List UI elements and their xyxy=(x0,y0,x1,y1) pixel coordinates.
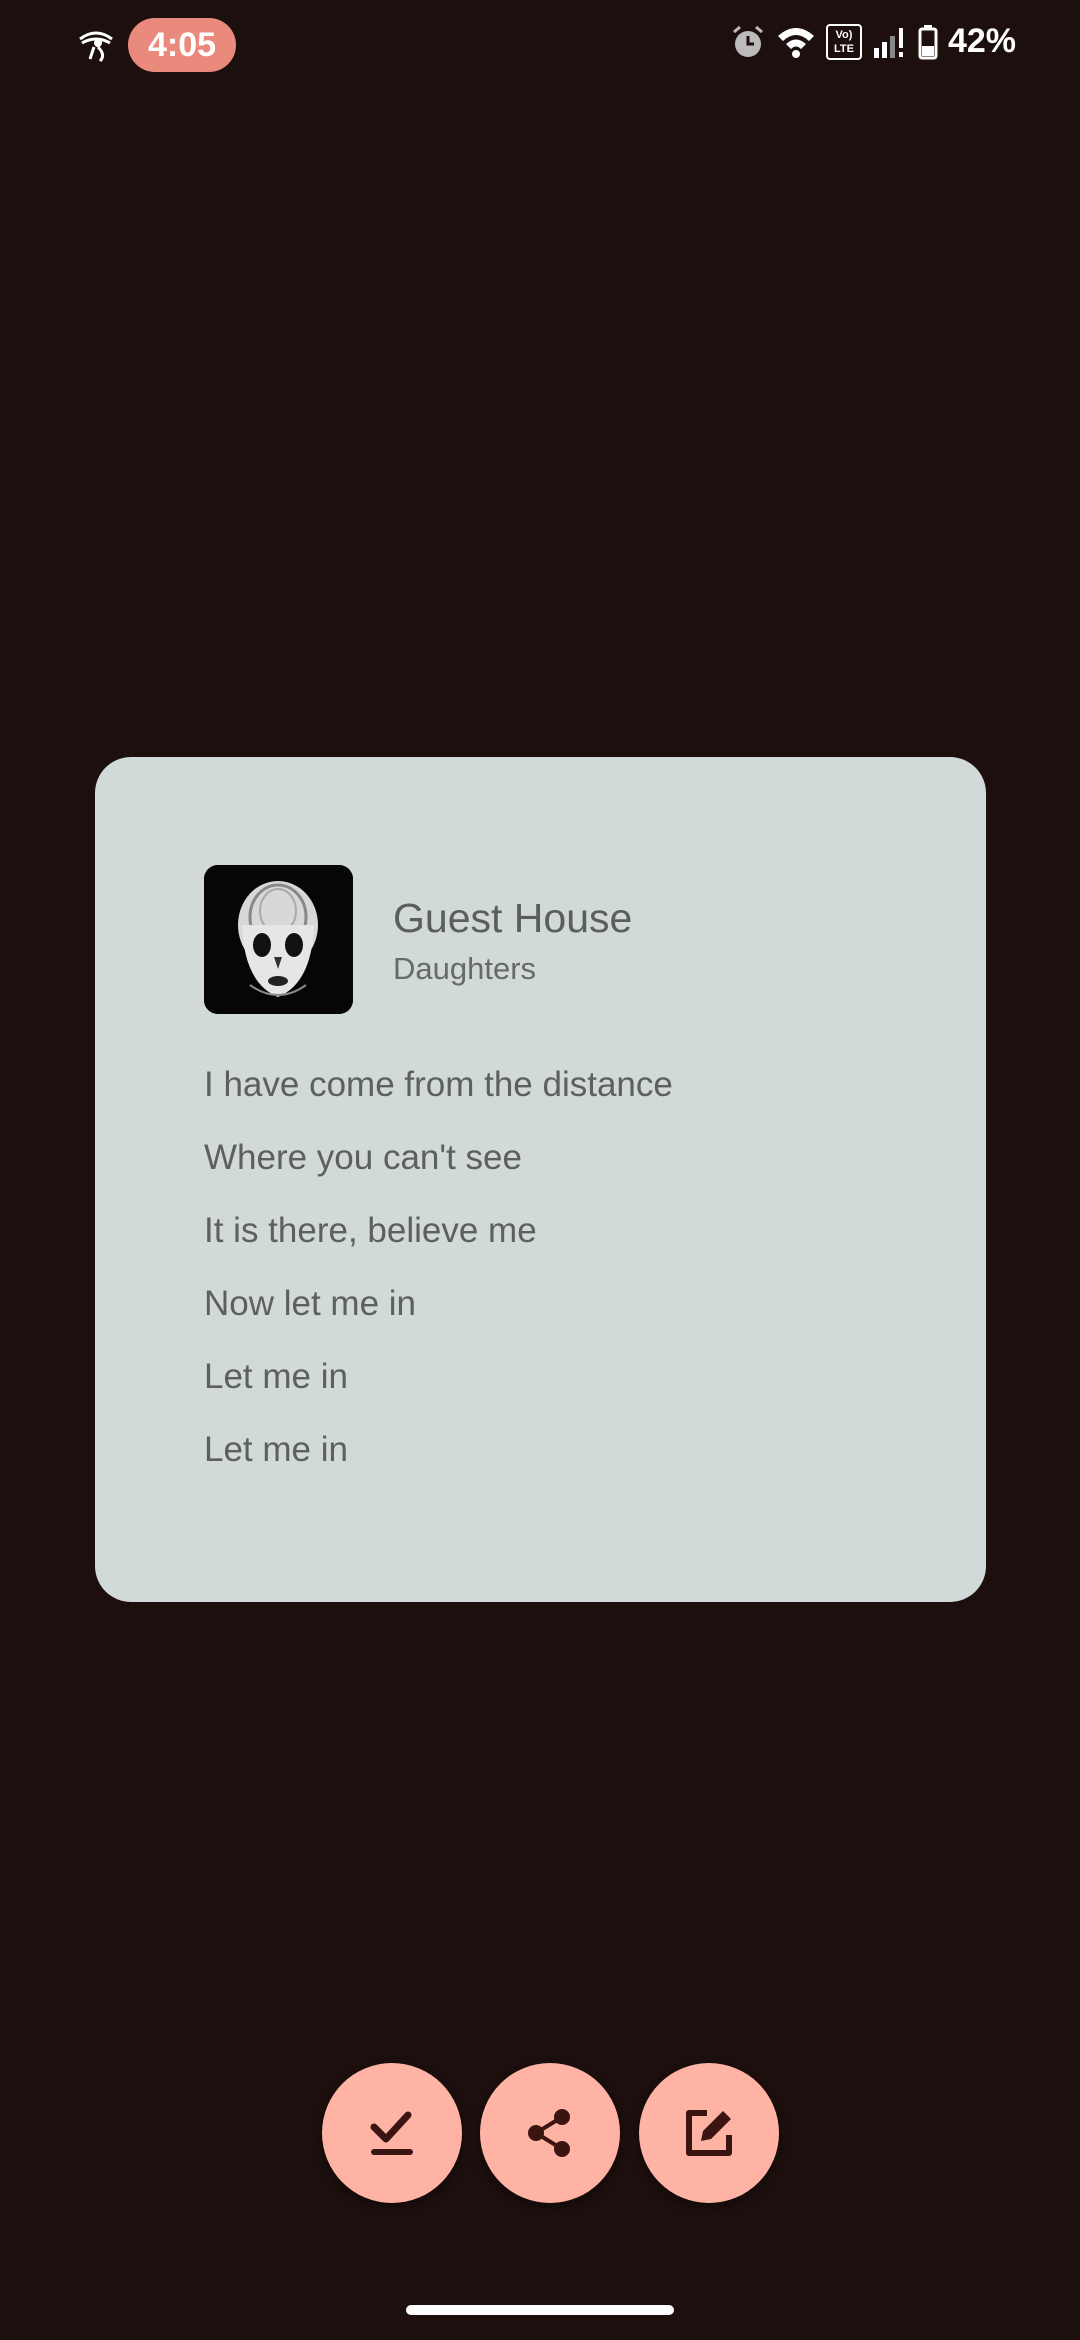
edit-icon xyxy=(686,2110,732,2156)
wifi-icon xyxy=(777,27,814,58)
lyric-line: I have come from the distance xyxy=(204,1065,673,1104)
edit-button[interactable] xyxy=(639,2063,779,2203)
status-right: Vo) LTE 42% xyxy=(730,22,1016,61)
status-left: 4:05 xyxy=(76,18,237,72)
share-button[interactable] xyxy=(480,2063,620,2203)
lyric-line: It is there, believe me xyxy=(204,1211,537,1250)
status-time: 4:05 xyxy=(128,18,237,72)
battery-icon xyxy=(918,24,938,59)
status-bar: 4:05 Vo) LTE 42% xyxy=(0,0,1080,90)
home-indicator[interactable] xyxy=(406,2305,674,2315)
song-artist: Daughters xyxy=(393,951,537,986)
save-button[interactable] xyxy=(322,2063,462,2203)
save-icon xyxy=(370,2111,413,2155)
lyric-line: Now let me in xyxy=(204,1284,417,1323)
signal-icon xyxy=(873,27,903,58)
action-buttons xyxy=(0,2063,1080,2203)
volte-bottom: LTE xyxy=(833,42,854,55)
battery-percent: 42% xyxy=(947,22,1016,60)
volte-top: Vo) xyxy=(835,28,853,41)
lyrics-list: I have come from the distance Where you … xyxy=(204,1053,944,1491)
lyric-line: Let me in xyxy=(204,1430,348,1469)
song-title: Guest House xyxy=(393,895,633,941)
lyric-line: Where you can't see xyxy=(204,1138,522,1177)
lyric-line: Let me in xyxy=(204,1357,348,1396)
lyrics-card: Guest House Daughters I have come from t… xyxy=(95,757,986,1602)
album-art xyxy=(204,865,353,1014)
alarm-icon xyxy=(732,25,763,57)
share-icon xyxy=(528,2109,570,2157)
eye-icon xyxy=(79,31,113,63)
album-art-image xyxy=(204,865,353,1014)
volte-icon: Vo) LTE xyxy=(825,23,862,60)
